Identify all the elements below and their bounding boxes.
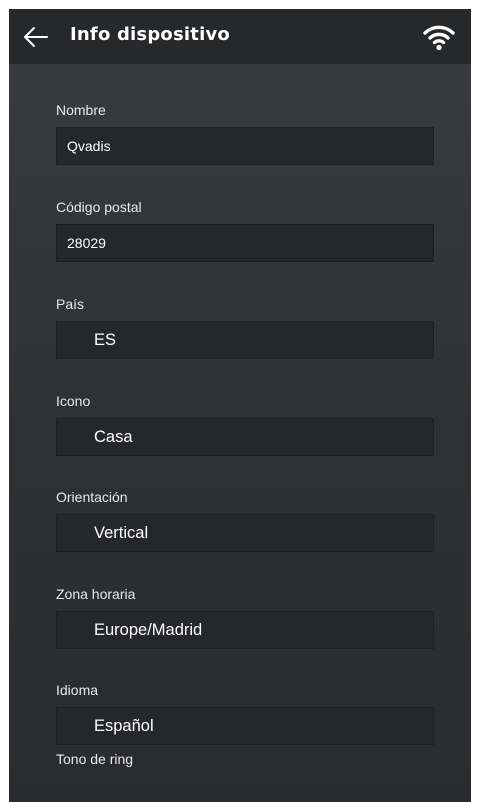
nombre-field[interactable]: Qvadis: [56, 127, 434, 165]
wifi-icon: [423, 25, 455, 51]
device-screen: Info dispositivo Nombre Qvadis Código po…: [9, 9, 471, 802]
nombre-label: Nombre: [56, 102, 106, 118]
zona-horaria-select[interactable]: Europe/Madrid: [56, 611, 434, 649]
pais-label: País: [56, 296, 85, 312]
icono-label: Icono: [56, 393, 91, 409]
top-bar: Info dispositivo: [9, 9, 471, 64]
codigo-postal-label: Código postal: [56, 199, 142, 215]
orientacion-label: Orientación: [56, 489, 128, 505]
codigo-postal-field[interactable]: 28029: [56, 224, 434, 262]
back-button[interactable]: [21, 22, 51, 52]
idioma-select[interactable]: Español: [56, 707, 434, 745]
idioma-label: Idioma: [56, 682, 99, 698]
arrow-left-icon: [24, 27, 48, 47]
pais-select[interactable]: ES: [56, 321, 434, 359]
wifi-status: [423, 22, 455, 52]
icono-select[interactable]: Casa: [56, 418, 434, 456]
zona-horaria-label: Zona horaria: [56, 586, 136, 602]
page-title: Info dispositivo: [70, 24, 230, 45]
orientacion-select[interactable]: Vertical: [56, 514, 434, 552]
tono-de-ring-label: Tono de ring: [56, 751, 134, 767]
